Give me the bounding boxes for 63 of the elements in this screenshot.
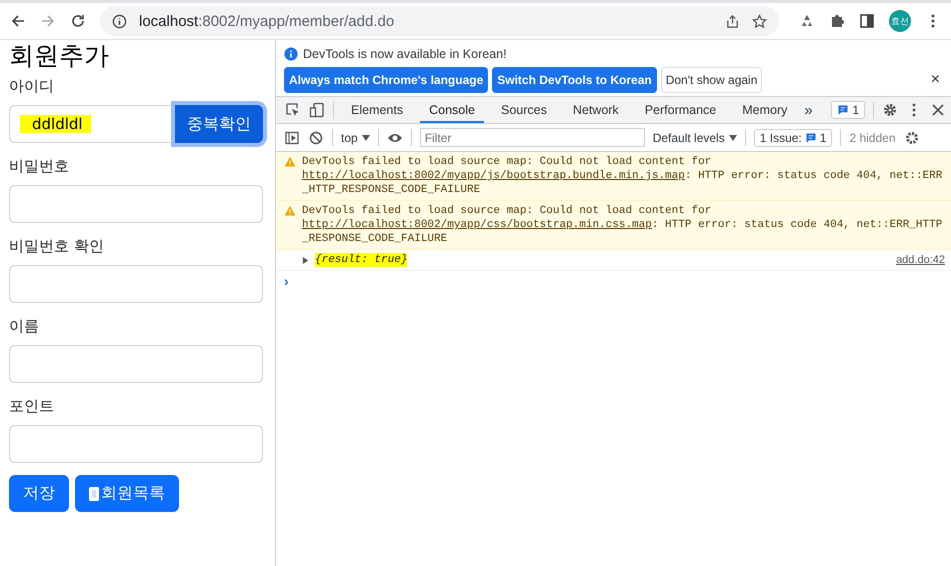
input-field[interactable] xyxy=(9,425,263,463)
console-prompt[interactable]: › xyxy=(284,273,289,289)
device-icon[interactable] xyxy=(309,102,325,118)
context-dropdown[interactable]: top xyxy=(341,130,370,144)
inspect-icon[interactable] xyxy=(285,102,301,118)
devtools-tab[interactable]: Sources xyxy=(492,97,556,123)
side-panel-icon[interactable] xyxy=(859,13,875,29)
console-message: DevTools failed to load source map: Could not load content for http://localhost:8002/myapp/js/bootstrap.bundle.min.js.map: HTTP error: status code 404, net::ERR_HTTP_RESPONSE_CODE_FAILURE xyxy=(302,155,944,197)
input-field[interactable] xyxy=(9,265,263,303)
check-button[interactable]: 중복확인 xyxy=(175,105,263,143)
document-icon xyxy=(89,486,99,500)
input-field[interactable] xyxy=(9,345,263,383)
clear-icon[interactable] xyxy=(308,130,324,146)
source-link[interactable]: add.do:42 xyxy=(896,253,945,267)
infobar-button[interactable]: Switch DevTools to Korean xyxy=(492,67,657,93)
page-title: 회원추가 xyxy=(9,41,110,71)
dropdown-icon xyxy=(362,134,370,140)
filter-field[interactable]: Filter xyxy=(420,128,645,147)
console-object: {result: true} xyxy=(315,253,408,267)
dropdown-icon xyxy=(728,134,737,140)
close-icon[interactable] xyxy=(930,102,946,118)
more-tabs-button[interactable]: » xyxy=(804,102,813,118)
source-link[interactable]: http://localhost:8002/myapp/css/bootstrap.min.css.map xyxy=(302,219,652,231)
hidden-count: 2 hidden xyxy=(849,130,896,144)
field-label: 비밀번호 확인 xyxy=(9,237,105,256)
message-icon xyxy=(804,132,817,144)
infobar-button[interactable]: Always match Chrome's language xyxy=(284,67,488,93)
infobar-button[interactable]: Don't show again xyxy=(660,67,762,93)
console-message: DevTools failed to load source map: Could not load content for http://localhost:8002/myapp/css/bootstrap.min.css.map: HTTP error: status code 404, net::ERR_HTTP_RESPONSE_CODE_FAILURE xyxy=(302,204,944,246)
info-icon[interactable] xyxy=(112,14,127,28)
devtools-tab[interactable]: Network xyxy=(564,97,628,123)
url-text: localhost:8002/myapp/member/add.do xyxy=(139,12,394,30)
field-label: 비밀번호 xyxy=(9,157,70,176)
issues-button[interactable]: 1 Issue: 1 xyxy=(754,128,832,146)
save-button[interactable]: 저장 xyxy=(9,475,69,512)
devtools-tab[interactable]: Elements xyxy=(342,97,412,123)
warning-icon xyxy=(284,205,296,217)
devtools-tab[interactable]: Memory xyxy=(733,97,796,123)
field-label: 아이디 xyxy=(9,77,55,96)
input-field[interactable] xyxy=(9,185,263,223)
star-icon[interactable] xyxy=(752,14,767,28)
devtools-tab[interactable]: Performance xyxy=(636,97,726,123)
back-icon[interactable] xyxy=(10,13,26,29)
list-button[interactable]: 회원목록 xyxy=(75,475,179,512)
source-link[interactable]: http://localhost:8002/myapp/js/bootstrap.bundle.min.js.map xyxy=(302,170,685,182)
reload-icon[interactable] xyxy=(70,13,86,29)
devtools-tab[interactable]: Console xyxy=(420,97,484,123)
expand-icon[interactable] xyxy=(302,257,309,264)
field-label: 포인트 xyxy=(9,397,55,416)
info-icon xyxy=(284,47,298,61)
address-bar[interactable]: localhost:8002/myapp/member/add.do xyxy=(100,6,779,36)
field-label: 이름 xyxy=(9,317,40,336)
settings-icon[interactable] xyxy=(882,102,898,118)
close-button[interactable]: × xyxy=(930,71,943,89)
info-message: DevTools is now available in Korean! xyxy=(303,47,507,61)
settings-icon[interactable] xyxy=(904,130,920,146)
sidebar-toggle-icon[interactable] xyxy=(284,130,300,146)
share-icon[interactable] xyxy=(725,14,740,28)
levels-dropdown[interactable]: Default levels xyxy=(652,130,737,144)
warning-icon xyxy=(284,156,296,168)
message-icon xyxy=(837,104,850,116)
issues-badge[interactable]: 1 xyxy=(831,101,865,119)
puzzle-icon[interactable] xyxy=(829,13,845,29)
